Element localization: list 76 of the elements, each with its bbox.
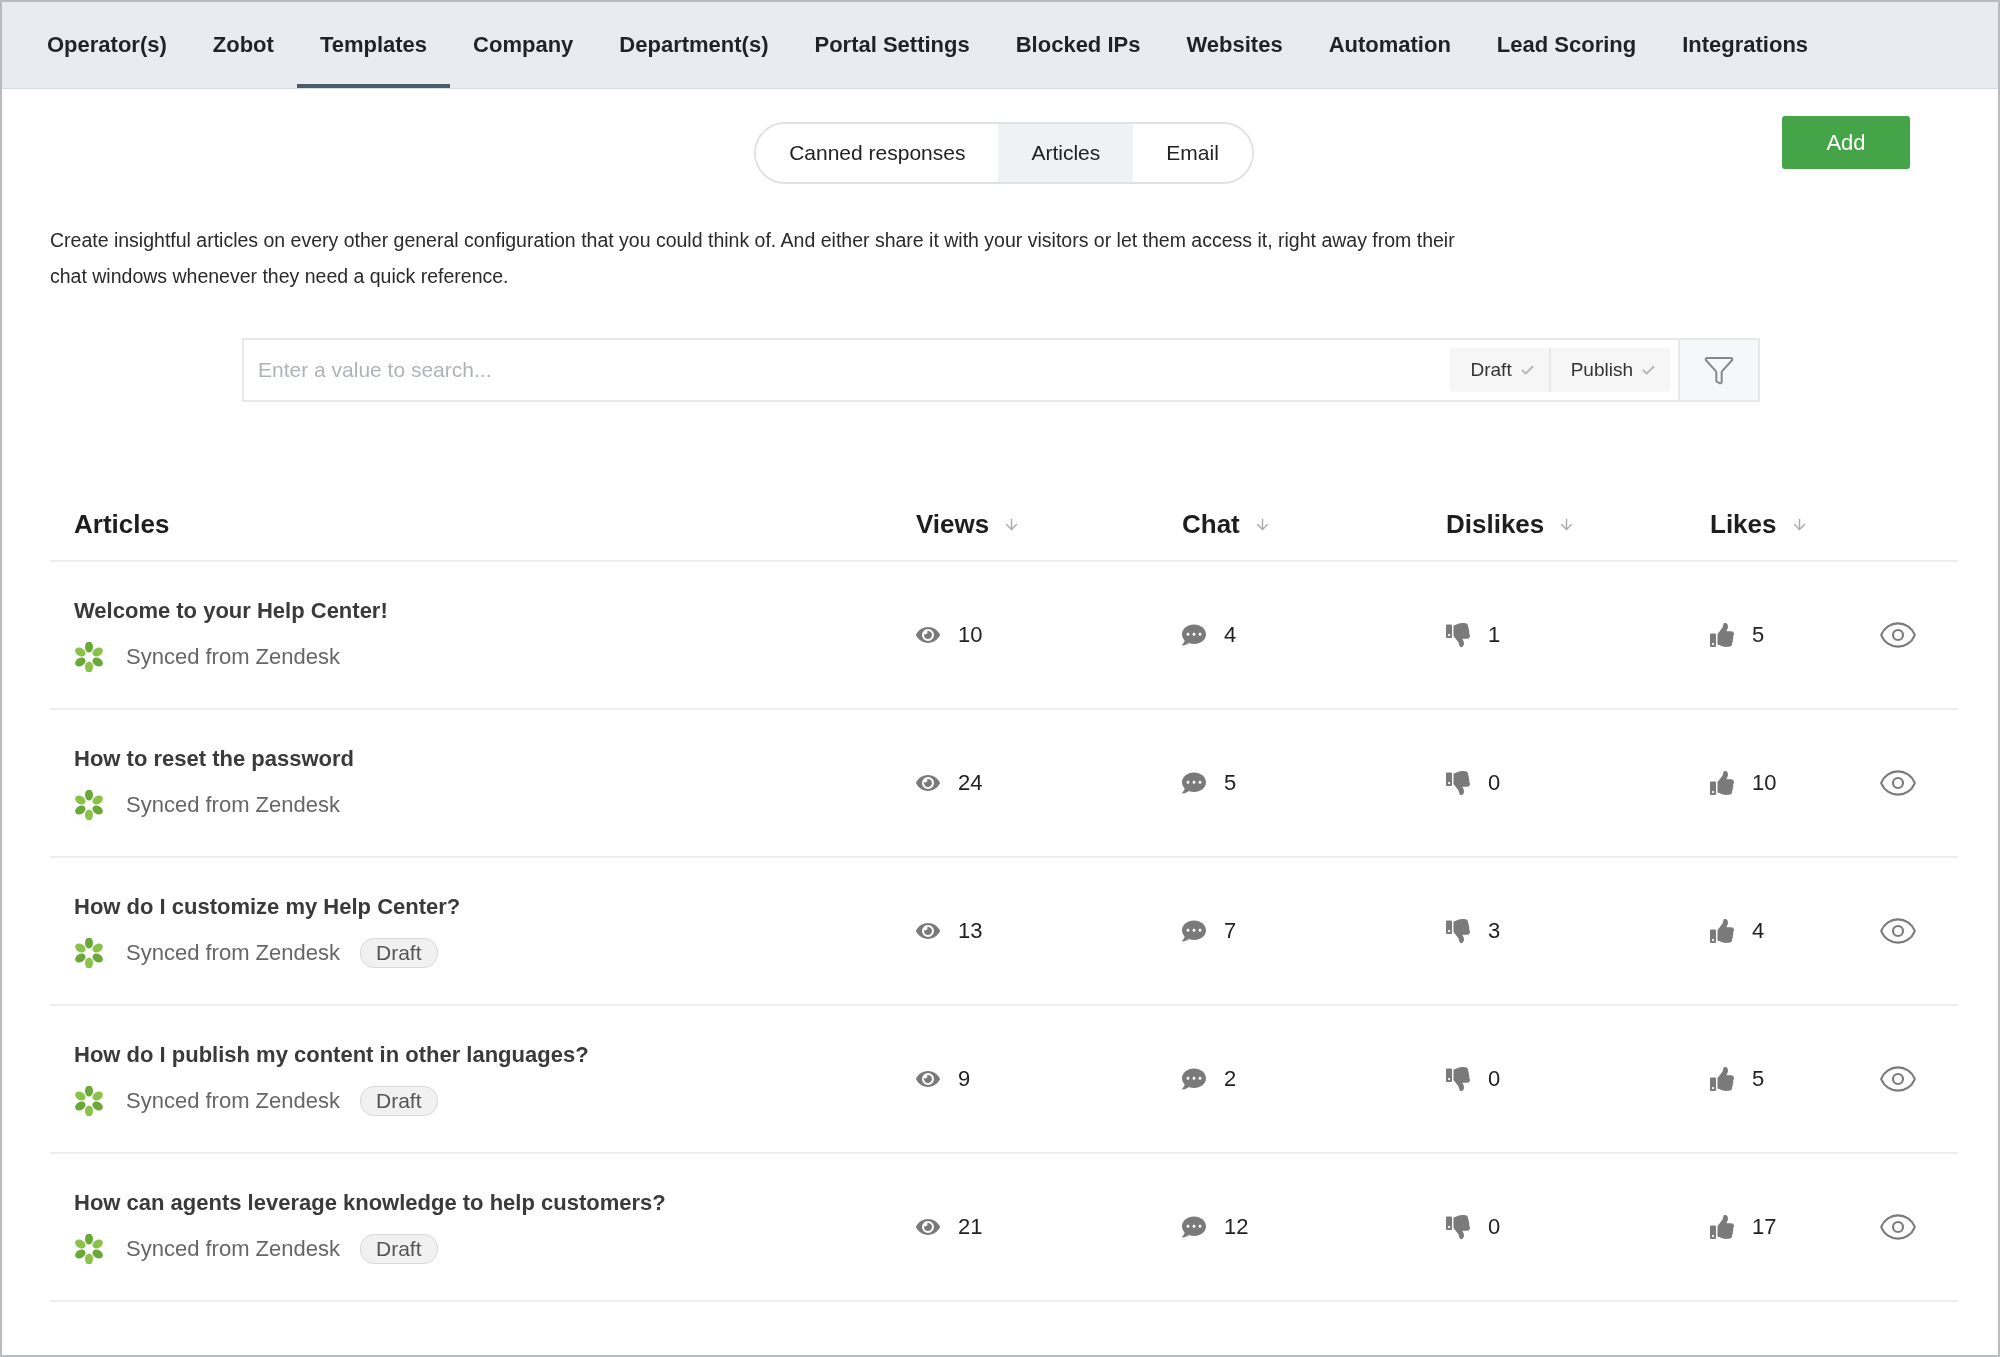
column-header[interactable]: Likes [1710, 508, 1777, 540]
thumbs-up-icon [1710, 919, 1734, 943]
chat-count: 5 [1224, 770, 1237, 796]
nav-tab[interactable]: Automation [1305, 6, 1474, 88]
thumbs-down-icon [1446, 1215, 1470, 1239]
article-title[interactable]: Welcome to your Help Center! [74, 598, 916, 624]
status-tag: Draft [360, 1234, 438, 1264]
dislikes-count: 0 [1488, 1066, 1501, 1092]
nav-tab[interactable]: Integrations [1659, 6, 1832, 88]
likes-count: 10 [1752, 770, 1777, 796]
source-text: Synced from Zendesk [126, 1088, 340, 1114]
likes-count: 17 [1752, 1214, 1777, 1240]
filter-chip[interactable]: Draft [1450, 348, 1549, 392]
dislikes-count: 3 [1488, 918, 1501, 944]
chat-bubble-icon [1182, 919, 1206, 943]
thumbs-up-icon [1710, 1215, 1734, 1239]
search-field[interactable]: Enter a value to search... Draft Publish [242, 338, 1678, 402]
zendesk-leaf-icon [74, 938, 104, 968]
column-header[interactable]: Chat [1182, 508, 1240, 540]
thumbs-up-icon [1710, 623, 1734, 647]
zendesk-leaf-icon [74, 642, 104, 672]
filter-chip[interactable]: Publish [1548, 348, 1670, 392]
nav-tab[interactable]: Lead Scoring [1473, 6, 1660, 88]
thumbs-down-icon [1446, 771, 1470, 795]
article-title[interactable]: How do I customize my Help Center? [74, 894, 916, 920]
zendesk-leaf-icon [74, 1086, 104, 1116]
source-text: Synced from Zendesk [126, 644, 340, 670]
chat-bubble-icon [1182, 771, 1206, 795]
article-title[interactable]: How can agents leverage knowledge to help customers? [74, 1190, 916, 1216]
status-tag: Draft [360, 938, 438, 968]
segment-tab[interactable]: Articles [998, 124, 1134, 182]
nav-tab[interactable]: Templates [296, 6, 451, 88]
thumbs-down-icon [1446, 1067, 1470, 1091]
views-count: 13 [958, 918, 983, 944]
zendesk-leaf-icon [74, 1234, 104, 1264]
chat-count: 4 [1224, 622, 1237, 648]
column-header: Articles [74, 508, 170, 540]
filter-button[interactable] [1678, 338, 1760, 402]
column-header[interactable]: Dislikes [1446, 508, 1545, 540]
description-text: Create insightful articles on every other general configuration that you could think of. And either share it with your visitors or let them access it, right away from their chat windows whenever they need a quick reference. [50, 228, 1456, 289]
views-count: 10 [958, 622, 983, 648]
nav-tab[interactable]: Zobot [189, 6, 297, 88]
source-text: Synced from Zendesk [126, 940, 340, 966]
likes-count: 5 [1752, 622, 1765, 648]
nav-tab[interactable]: Department(s) [596, 6, 792, 88]
nav-tab[interactable]: Websites [1163, 6, 1306, 88]
chat-count: 12 [1224, 1214, 1249, 1240]
chat-bubble-icon [1182, 1215, 1206, 1239]
article-title[interactable]: How do I publish my content in other languages? [74, 1042, 916, 1068]
source-text: Synced from Zendesk [126, 1236, 340, 1262]
dislikes-count: 0 [1488, 770, 1501, 796]
column-header[interactable]: Views [916, 508, 990, 540]
nav-tab[interactable]: Operator(s) [24, 6, 190, 88]
chat-count: 2 [1224, 1066, 1237, 1092]
thumbs-down-icon [1446, 919, 1470, 943]
likes-count: 5 [1752, 1066, 1765, 1092]
views-count: 9 [958, 1066, 971, 1092]
views-count: 24 [958, 770, 983, 796]
chat-count: 7 [1224, 918, 1237, 944]
chat-bubble-icon [1182, 623, 1206, 647]
chat-bubble-icon [1182, 1067, 1206, 1091]
dislikes-count: 1 [1488, 622, 1501, 648]
article-title[interactable]: How to reset the password [74, 746, 916, 772]
zendesk-leaf-icon [74, 790, 104, 820]
source-text: Synced from Zendesk [126, 792, 340, 818]
nav-tab[interactable]: Portal Settings [791, 6, 993, 88]
thumbs-up-icon [1710, 1067, 1734, 1091]
status-tag: Draft [360, 1086, 438, 1116]
nav-tab[interactable]: Blocked IPs [992, 6, 1164, 88]
thumbs-up-icon [1710, 771, 1734, 795]
dislikes-count: 0 [1488, 1214, 1501, 1240]
views-count: 21 [958, 1214, 983, 1240]
filter-icon [1703, 354, 1735, 386]
likes-count: 4 [1752, 918, 1765, 944]
thumbs-down-icon [1446, 623, 1470, 647]
nav-tab[interactable]: Company [450, 6, 597, 88]
